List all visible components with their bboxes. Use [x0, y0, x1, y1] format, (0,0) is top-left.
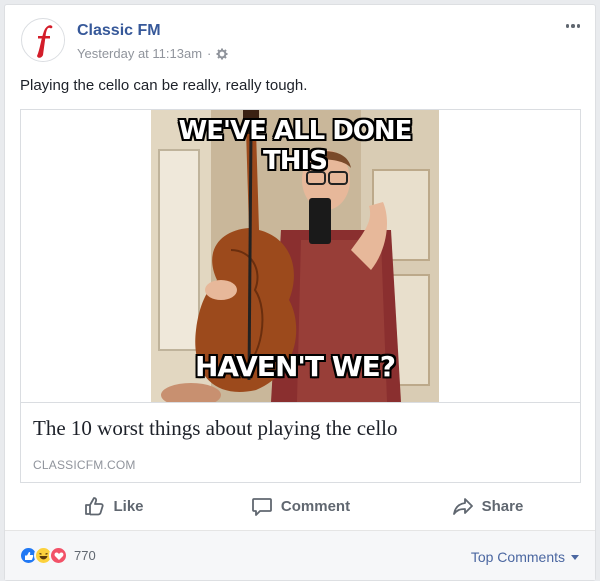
meme-bottom-caption: HAVEN'T WE? [194, 350, 396, 383]
share-label: Share [481, 497, 524, 515]
thumbs-up-icon [85, 497, 105, 516]
top-comments-label: Top Comments [470, 549, 565, 565]
reaction-summary[interactable]: 770 [19, 546, 96, 565]
like-label: Like [113, 497, 144, 515]
post-card: Classic FM Yesterday at 11:13am · Playin… [4, 4, 596, 581]
caret-down-icon [571, 554, 579, 560]
page-avatar[interactable] [21, 18, 65, 62]
meta-separator: · [207, 46, 212, 61]
meme-image: WE'VE ALL DONE THIS HAVEN'T WE? [151, 110, 439, 402]
comment-button[interactable]: Comment [207, 488, 394, 524]
link-preview[interactable]: WE'VE ALL DONE THIS HAVEN'T WE? The 10 w… [20, 109, 581, 483]
more-options-button[interactable] [561, 17, 585, 35]
page-name-link[interactable]: Classic FM [77, 22, 161, 40]
link-preview-image: WE'VE ALL DONE THIS HAVEN'T WE? [21, 110, 580, 403]
classic-fm-logo-icon [23, 20, 64, 61]
dot-icon [576, 24, 581, 28]
share-button[interactable]: Share [394, 488, 581, 524]
like-button[interactable]: Like [20, 488, 207, 524]
share-arrow-icon [452, 498, 473, 515]
gear-icon[interactable] [216, 48, 228, 60]
post-text: Playing the cello can be really, really … [20, 77, 308, 94]
link-title[interactable]: The 10 worst things about playing the ce… [33, 416, 398, 441]
love-icon [49, 546, 68, 565]
dot-icon [571, 24, 575, 28]
post-meta: Yesterday at 11:13am · [77, 46, 228, 61]
meme-top-caption: WE'VE ALL DONE THIS [178, 116, 413, 176]
post-timestamp[interactable]: Yesterday at 11:13am [77, 46, 202, 61]
post-actions: Like Comment Share [20, 488, 581, 524]
link-domain: CLASSICFM.COM [33, 458, 136, 472]
dot-icon [565, 24, 570, 28]
comment-icon [252, 498, 272, 516]
top-comments-dropdown[interactable]: Top Comments [471, 549, 579, 565]
comment-label: Comment [280, 497, 351, 515]
reactions-footer: 770 Top Comments [5, 530, 595, 580]
reaction-count: 770 [74, 548, 96, 563]
